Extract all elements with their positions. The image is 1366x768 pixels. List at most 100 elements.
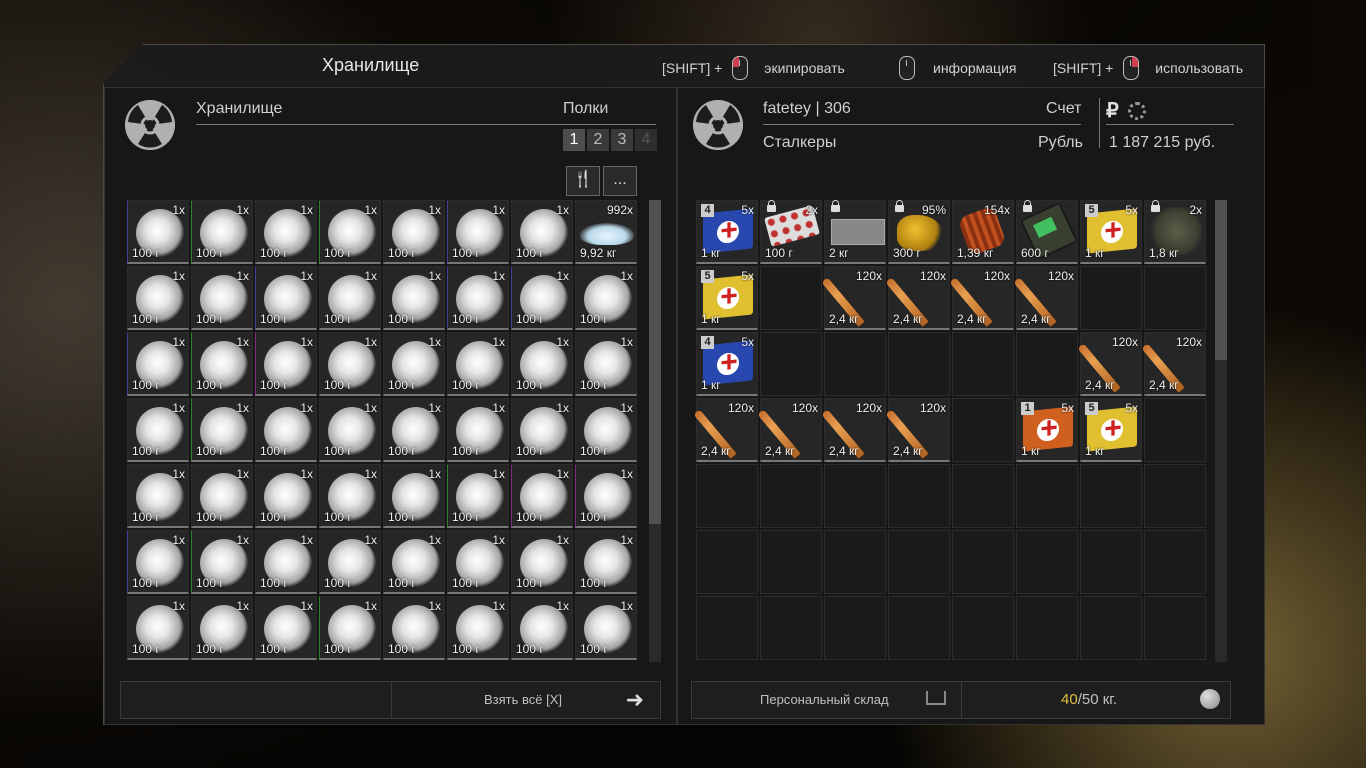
left-item-slot[interactable]: 1x 100 г	[255, 398, 317, 462]
right-empty-slot[interactable]	[760, 464, 822, 528]
left-item-slot[interactable]: 1x 100 г	[383, 266, 445, 330]
left-item-slot[interactable]: 1x 100 г	[319, 332, 381, 396]
left-item-slot[interactable]: 1x 100 г	[511, 200, 573, 264]
left-item-slot[interactable]: 1x 100 г	[319, 398, 381, 462]
right-empty-slot[interactable]	[1144, 464, 1206, 528]
right-item-slot[interactable]: 120x 2,4 кг	[885, 266, 950, 330]
right-item-slot[interactable]: 154x 1,39 кг	[952, 200, 1014, 264]
right-empty-slot[interactable]	[952, 464, 1014, 528]
left-item-slot[interactable]: 1x 100 г	[447, 398, 509, 462]
right-item-slot[interactable]: 2x 100 г	[760, 200, 822, 264]
sort-button[interactable]: 🍴	[566, 166, 600, 196]
right-empty-slot[interactable]	[888, 596, 950, 660]
left-item-slot[interactable]: 1x 100 г	[191, 266, 253, 330]
inventory-scroll-thumb[interactable]	[1215, 200, 1227, 360]
left-item-slot[interactable]: 1x 100 г	[447, 530, 509, 594]
left-item-slot[interactable]: 1x 100 г	[511, 530, 573, 594]
left-item-slot[interactable]: 1x 100 г	[255, 266, 317, 330]
storage-scrollbar[interactable]	[649, 200, 661, 662]
left-item-slot[interactable]: 1x 100 г	[127, 266, 189, 330]
left-item-slot[interactable]: 1x 100 г	[447, 266, 509, 330]
left-item-slot[interactable]: 1x 100 г	[383, 464, 445, 528]
left-item-slot[interactable]: 1x 100 г	[191, 200, 253, 264]
left-item-slot[interactable]: 1x 100 г	[511, 266, 573, 330]
right-empty-slot[interactable]	[952, 398, 1014, 462]
inventory-scrollbar[interactable]	[1215, 200, 1227, 662]
left-item-slot[interactable]: 1x 100 г	[447, 596, 509, 660]
left-item-slot[interactable]: 1x 100 г	[191, 398, 253, 462]
right-item-slot[interactable]: 600 г	[1016, 200, 1079, 264]
right-empty-slot[interactable]	[696, 530, 758, 594]
left-item-slot[interactable]: 1x 100 г	[511, 596, 573, 660]
right-item-slot[interactable]: 2 кг	[824, 200, 886, 264]
right-empty-slot[interactable]	[1080, 266, 1142, 330]
left-item-slot[interactable]: 1x 100 г	[255, 596, 317, 660]
left-item-slot[interactable]: 1x 100 г	[127, 464, 189, 528]
right-empty-slot[interactable]	[952, 596, 1014, 660]
right-empty-slot[interactable]	[1144, 596, 1206, 660]
right-item-slot[interactable]: 120x 2,4 кг	[1013, 266, 1078, 330]
right-empty-slot[interactable]	[824, 530, 886, 594]
left-item-slot[interactable]: 1x 100 г	[319, 200, 381, 264]
right-empty-slot[interactable]	[760, 332, 822, 396]
left-item-slot[interactable]: 1x 100 г	[447, 464, 509, 528]
right-empty-slot[interactable]	[824, 332, 886, 396]
right-item-slot[interactable]: 120x 2,4 кг	[949, 266, 1014, 330]
left-item-slot[interactable]: 1x 100 г	[255, 530, 317, 594]
shelf-tab-3[interactable]: 3	[611, 129, 633, 151]
left-item-slot[interactable]: 1x 100 г	[575, 464, 637, 528]
left-item-slot[interactable]: 1x 100 г	[575, 332, 637, 396]
left-item-slot[interactable]: 1x 100 г	[127, 200, 189, 264]
right-item-slot[interactable]: 120x 2,4 кг	[885, 398, 950, 462]
left-item-slot[interactable]: 1x 100 г	[191, 596, 253, 660]
right-empty-slot[interactable]	[760, 596, 822, 660]
right-item-slot[interactable]: 120x 2,4 кг	[693, 398, 758, 462]
right-empty-slot[interactable]	[1144, 398, 1206, 462]
right-item-slot[interactable]: 120x 2,4 кг	[821, 266, 886, 330]
left-item-slot[interactable]: 1x 100 г	[319, 266, 381, 330]
personal-storage-button[interactable]: Персональный склад	[691, 681, 963, 719]
left-item-slot[interactable]: 1x 100 г	[575, 530, 637, 594]
right-empty-slot[interactable]	[888, 464, 950, 528]
left-item-slot[interactable]: 1x 100 г	[383, 398, 445, 462]
left-item-slot[interactable]: 1x 100 г	[191, 530, 253, 594]
left-item-slot[interactable]: 1x 100 г	[575, 596, 637, 660]
left-item-slot[interactable]: 1x 100 г	[255, 332, 317, 396]
left-item-slot[interactable]: 1x 100 г	[191, 332, 253, 396]
left-item-slot[interactable]: 1x 100 г	[255, 464, 317, 528]
left-item-slot[interactable]: 1x 100 г	[447, 200, 509, 264]
shelf-tab-1[interactable]: 1	[563, 129, 585, 151]
left-item-slot[interactable]: 1x 100 г	[511, 398, 573, 462]
left-item-slot[interactable]: 1x 100 г	[383, 332, 445, 396]
left-item-slot[interactable]: 1x 100 г	[319, 596, 381, 660]
right-empty-slot[interactable]	[888, 332, 950, 396]
left-item-slot[interactable]: 1x 100 г	[447, 332, 509, 396]
right-empty-slot[interactable]	[1144, 530, 1206, 594]
right-empty-slot[interactable]	[696, 464, 758, 528]
right-item-slot[interactable]: 95% 300 г	[888, 200, 950, 264]
right-item-slot[interactable]: 5 5x 1 кг	[696, 266, 758, 330]
right-empty-slot[interactable]	[1016, 332, 1078, 396]
right-item-slot[interactable]: 1 5x 1 кг	[1016, 398, 1078, 462]
right-item-slot[interactable]: 4 5x 1 кг	[696, 332, 758, 396]
left-item-slot[interactable]: 1x 100 г	[191, 464, 253, 528]
right-empty-slot[interactable]	[952, 332, 1014, 396]
right-empty-slot[interactable]	[888, 530, 950, 594]
left-item-slot[interactable]: 1x 100 г	[255, 200, 317, 264]
right-item-slot[interactable]: 5 5x 1 кг	[1080, 200, 1142, 264]
right-empty-slot[interactable]	[1080, 596, 1142, 660]
left-item-slot[interactable]: 1x 100 г	[383, 596, 445, 660]
left-item-slot[interactable]: 1x 100 г	[127, 332, 189, 396]
left-item-slot[interactable]: 1x 100 г	[575, 266, 637, 330]
left-item-slot[interactable]: 1x 100 г	[511, 332, 573, 396]
left-item-slot[interactable]: 1x 100 г	[127, 596, 189, 660]
right-empty-slot[interactable]	[1080, 530, 1142, 594]
right-empty-slot[interactable]	[760, 266, 822, 330]
right-item-slot[interactable]: 120x 2,4 кг	[821, 398, 886, 462]
right-empty-slot[interactable]	[952, 530, 1014, 594]
right-empty-slot[interactable]	[824, 596, 886, 660]
storage-scroll-thumb[interactable]	[649, 200, 661, 524]
left-item-slot[interactable]: 992x 9,92 кг	[575, 200, 637, 264]
take-all-button[interactable]: Взять всё [X] ➜	[391, 681, 661, 719]
left-item-slot[interactable]: 1x 100 г	[383, 530, 445, 594]
